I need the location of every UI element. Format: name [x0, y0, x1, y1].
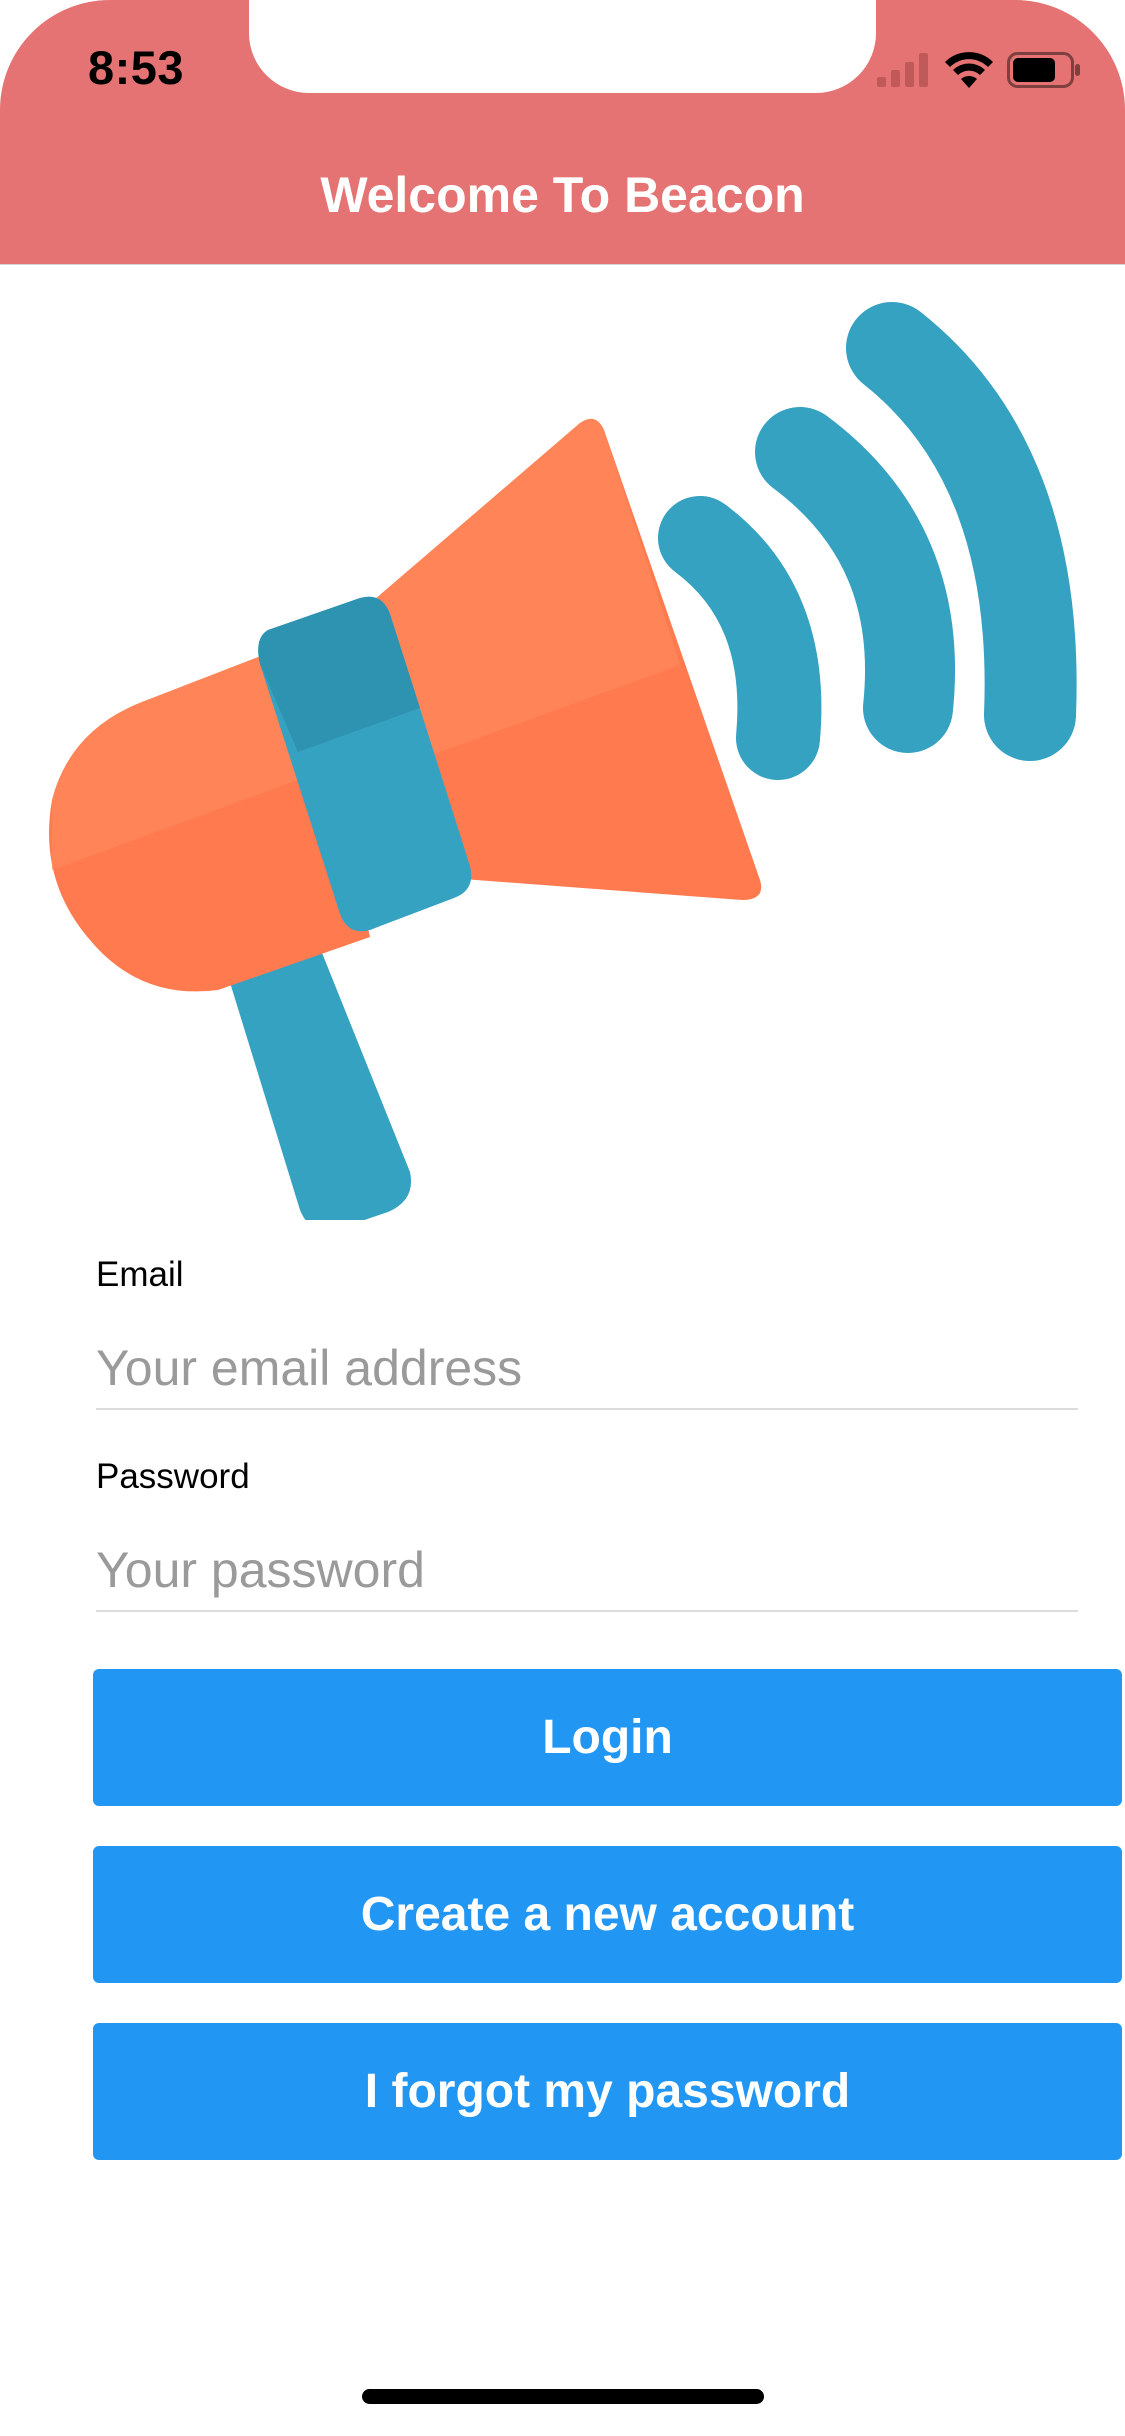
- create-account-button[interactable]: Create a new account: [93, 1846, 1122, 1983]
- login-button[interactable]: Login: [93, 1669, 1122, 1806]
- header-bar: 8:53 Welcome To Beacon: [0, 0, 1125, 264]
- email-label: Email: [96, 1255, 184, 1294]
- login-screen: 8:53 Welcome To Beacon Email Your email …: [0, 0, 1125, 2436]
- cellular-signal-icon: [877, 53, 928, 87]
- status-time: 8:53: [88, 41, 185, 94]
- device-notch: [249, 0, 876, 93]
- header-divider: [0, 264, 1125, 265]
- sound-waves: [658, 302, 1077, 780]
- password-field[interactable]: [96, 1530, 1078, 1612]
- status-icons: [877, 50, 1081, 90]
- page-title: Welcome To Beacon: [320, 167, 805, 223]
- megaphone-icon: [49, 302, 1077, 1220]
- battery-icon: [1007, 52, 1080, 88]
- wifi-icon: [945, 52, 993, 88]
- forgot-password-button[interactable]: I forgot my password: [93, 2023, 1122, 2160]
- email-field[interactable]: [96, 1328, 1078, 1410]
- home-indicator: [362, 2389, 764, 2404]
- password-label: Password: [96, 1457, 250, 1496]
